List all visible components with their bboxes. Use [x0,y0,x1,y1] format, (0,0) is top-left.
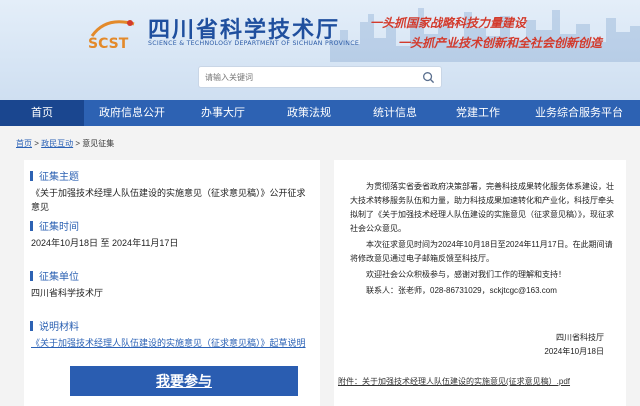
section-marker [30,321,33,331]
breadcrumb: 首页 > 政民互动 > 意见征集 [16,138,114,149]
material-link[interactable]: 《关于加强技术经理人队伍建设的实施意见（征求意见稿）》起草说明 [31,336,311,350]
section-marker [30,221,33,231]
nav-service-platform[interactable]: 业务综合服务平台 [518,100,640,126]
nav-policy[interactable]: 政策法规 [266,100,352,126]
breadcrumb-current: 意见征集 [82,139,115,148]
main-nav: 首页 政府信息公开 办事大厅 政策法规 统计信息 党建工作 业务综合服务平台 [0,100,640,126]
contact-info: 联系人：张老师，028-86731029，sckjtcgc@163.com [366,286,557,295]
breadcrumb-home[interactable]: 首页 [16,139,32,148]
notice-paragraph-3: 欢迎社会公众积极参与，感谢对我们工作的理解和支持！ [366,270,566,279]
breadcrumb-separator: > [75,139,81,148]
consultation-info-panel: 征集主题 《关于加强技术经理人队伍建设的实施意见（征求意见稿）》公开征求意见 征… [24,160,320,406]
search-input[interactable] [205,70,415,85]
nav-home[interactable]: 首页 [0,100,84,126]
notice-panel: 为贯彻落实省委省政府决策部署，完善科技成果转化服务体系建设，壮大技术转移服务队伍… [334,160,626,406]
nav-statistics[interactable]: 统计信息 [352,100,438,126]
scst-logo: SCST [88,20,135,52]
notice-paragraph-2: 本次征求意见时间为2024年10月18日至2024年11月17日。在此期间请将修… [350,240,613,263]
nav-party-building[interactable]: 党建工作 [438,100,518,126]
site-header: SCST 四川省科学技术厅 SCIENCE & TECHNOLOGY DEPAR… [0,0,640,100]
svg-text:SCST: SCST [88,36,129,52]
topic-text: 《关于加强技术经理人队伍建设的实施意见（征求意见稿）》公开征求意见 [31,188,306,212]
material-heading: 说明材料 [30,318,79,333]
breadcrumb-separator: > [34,139,39,148]
section-marker [30,271,33,281]
search-box [198,66,442,88]
attachment-link[interactable]: 附件：关于加强技术经理人队伍建设的实施意见(征求意见稿）.pdf [338,376,570,387]
slogan-line-1: 一头抓国家战略科技力量建设 [370,16,527,30]
topic-heading: 征集主题 [30,168,79,183]
notice-paragraph-1: 为贯彻落实省委省政府决策部署，完善科技成果转化服务体系建设，壮大技术转移服务队伍… [350,182,614,233]
nav-service-hall[interactable]: 办事大厅 [180,100,266,126]
unit-text: 四川省科学技术厅 [31,288,104,298]
city-skyline-banner [330,8,640,62]
time-label: 征集时间 [39,222,79,233]
unit-label: 征集单位 [39,272,79,283]
section-marker [30,171,33,181]
signature-org: 四川省科技厅 [556,333,604,342]
material-label: 说明材料 [39,322,79,333]
signature-date: 2024年10月18日 [544,347,604,356]
site-subtitle: SCIENCE & TECHNOLOGY DEPARTMENT OF SICHU… [148,40,360,47]
slogan-line-2: 一头抓产业技术创新和全社会创新创造 [398,36,603,50]
breadcrumb-interaction[interactable]: 政民互动 [41,139,73,148]
time-text: 2024年10月18日 至 2024年11月17日 [31,238,179,248]
time-heading: 征集时间 [30,218,79,233]
search-icon[interactable] [422,71,435,84]
nav-gov-info[interactable]: 政府信息公开 [84,100,180,126]
participate-button[interactable]: 我要参与 [70,366,298,396]
topic-label: 征集主题 [39,172,79,183]
unit-heading: 征集单位 [30,268,79,283]
